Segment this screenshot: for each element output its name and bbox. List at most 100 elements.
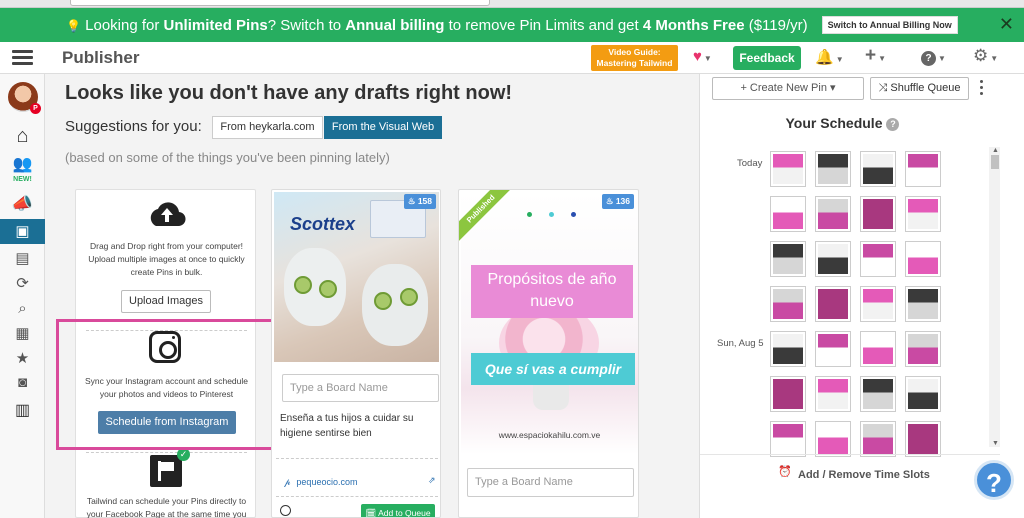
clock-icon[interactable] <box>280 505 291 516</box>
megaphone-icon[interactable]: 📣 <box>0 191 45 216</box>
scheduled-pin-thumbnail[interactable] <box>860 241 896 277</box>
carousel-dots <box>527 204 593 222</box>
url-field[interactable] <box>70 0 490 6</box>
upload-images-button[interactable]: Upload Images <box>121 290 211 313</box>
no-drafts-heading: Looks like you don't have any drafts rig… <box>65 82 513 104</box>
upgrade-banner: 💡 Looking for Unlimited Pins? Switch to A… <box>0 8 1024 42</box>
help-icon[interactable]: ? ▼ <box>921 48 946 66</box>
publisher-main: Looks like you don't have any drafts rig… <box>45 74 699 518</box>
pin-overlay-url: www.espaciokahilu.com.ve <box>498 430 601 440</box>
schedule-title: Your Schedule? <box>700 115 985 131</box>
repin-count-badge: ♨ 136 <box>601 194 634 209</box>
tab-visual-web[interactable]: From the Visual Web <box>324 116 442 139</box>
scheduled-pin-thumbnail[interactable] <box>815 331 851 367</box>
divider <box>86 452 247 453</box>
question-icon[interactable]: ? <box>886 118 900 131</box>
heart-icon[interactable]: ♥ ▼ <box>693 48 712 65</box>
scheduled-pin-thumbnail[interactable] <box>905 376 941 412</box>
instagram-nav-icon[interactable]: ◙ <box>0 370 45 395</box>
add-remove-time-slots-link[interactable]: Add / Remove Time Slots <box>798 469 930 481</box>
plus-icon[interactable]: + ▼ <box>865 45 886 67</box>
scheduled-pin-thumbnail[interactable] <box>860 286 896 322</box>
close-banner-icon[interactable]: ✕ <box>999 14 1014 35</box>
scheduled-pin-thumbnail[interactable] <box>815 241 851 277</box>
scheduled-pin-thumbnail[interactable] <box>905 286 941 322</box>
help-chat-button[interactable]: ? <box>974 460 1014 500</box>
publisher-app: { "banner": { "prefix": "Looking for ", … <box>0 0 1024 518</box>
page-scrollbar[interactable] <box>1000 74 1024 518</box>
star-icon[interactable]: ★ <box>0 346 45 371</box>
cucumber-slice <box>400 288 418 306</box>
shuffle-queue-button[interactable]: ⤨ Shuffle Queue <box>870 77 969 100</box>
pin-overlay-subtitle: Que sí vas a cumplir <box>471 353 635 385</box>
feedback-button[interactable]: Feedback <box>733 46 801 70</box>
board-name-input[interactable]: Type a Board Name <box>282 374 439 402</box>
analytics-icon[interactable]: ▥ <box>0 398 45 423</box>
scheduled-pin-thumbnail[interactable] <box>905 196 941 232</box>
cucumber-slice <box>319 280 337 298</box>
more-options-icon[interactable] <box>980 80 984 98</box>
highlight-box <box>56 319 285 450</box>
search-insights-icon[interactable]: ⌕ <box>0 296 45 321</box>
scheduled-pin-thumbnail[interactable] <box>770 241 806 277</box>
plus-icon: + <box>740 82 750 94</box>
upload-description: Drag and Drop right from your computer! … <box>88 241 245 277</box>
fire-icon: ♨ <box>407 196 416 206</box>
new-badge: NEW! <box>13 176 32 183</box>
gear-icon[interactable]: ⚙ ▼ <box>973 46 998 66</box>
scheduled-pin-thumbnail[interactable] <box>815 421 851 457</box>
create-new-pin-button[interactable]: + Create New Pin ▾ <box>712 77 864 100</box>
top-header: Publisher Video Guide: Mastering Tailwin… <box>0 42 1024 74</box>
pin-card: Propósitos de año nuevo Que sí vas a cum… <box>458 189 639 518</box>
scheduled-pin-thumbnail[interactable] <box>860 421 896 457</box>
scheduled-pin-thumbnail[interactable] <box>815 376 851 412</box>
scheduled-pin-thumbnail[interactable] <box>770 286 806 322</box>
cloud-upload-icon <box>150 202 186 227</box>
refresh-icon[interactable]: ⟳ <box>0 271 45 296</box>
add-to-queue-button[interactable]: 🗓 Add to Queue <box>361 504 435 517</box>
scheduled-pin-thumbnail[interactable] <box>815 286 851 322</box>
scheduled-pin-thumbnail[interactable] <box>770 331 806 367</box>
scheduled-pin-thumbnail[interactable] <box>770 151 806 187</box>
repin-count-badge: ♨ 158 <box>403 194 436 209</box>
pin-source-link[interactable]: 𝓅 pequeocio.com <box>284 477 357 488</box>
board-name-input[interactable]: Type a Board Name <box>467 468 634 497</box>
schedule-footer: ⏰ Add / Remove Time Slots <box>700 454 1001 494</box>
switch-annual-button[interactable]: Switch to Annual Billing Now <box>821 16 958 34</box>
scheduled-pin-thumbnail[interactable] <box>770 196 806 232</box>
page-title: Publisher <box>62 48 140 67</box>
shuffle-icon: ⤨ <box>878 82 891 94</box>
pin-image[interactable]: Propósitos de año nuevo Que sí vas a cum… <box>461 192 638 454</box>
bell-icon[interactable]: 🔔 ▼ <box>815 48 844 66</box>
scheduled-pin-thumbnail[interactable] <box>860 151 896 187</box>
divider <box>276 496 438 497</box>
scheduled-pin-thumbnail[interactable] <box>860 331 896 367</box>
scheduled-pin-thumbnail[interactable] <box>905 151 941 187</box>
scheduled-pin-thumbnail[interactable] <box>860 196 896 232</box>
scheduled-pin-thumbnail[interactable] <box>815 151 851 187</box>
day-label: Sun, Aug 5 <box>717 338 764 349</box>
cucumber-slice <box>374 292 392 310</box>
scheduled-pin-thumbnail[interactable] <box>905 331 941 367</box>
video-guide-button[interactable]: Video Guide: Mastering Tailwind <box>591 45 678 71</box>
pin-description[interactable]: Enseña a tus hijos a cuidar su higiene s… <box>280 411 438 441</box>
home-icon[interactable]: ⌂ <box>0 124 45 149</box>
users-icon[interactable]: 👥 <box>0 152 45 177</box>
fire-icon: ♨ <box>605 196 614 206</box>
pin-image[interactable]: Scottex <box>274 192 439 362</box>
tab-from-site[interactable]: From heykarla.com <box>212 116 323 139</box>
calendar-icon[interactable]: ▦ <box>0 321 45 346</box>
scheduled-pin-thumbnail[interactable] <box>905 421 941 457</box>
browser-address-bar <box>0 0 1024 8</box>
scheduled-pin-thumbnail[interactable] <box>770 421 806 457</box>
avatar[interactable]: P <box>8 82 41 114</box>
external-link-icon[interactable]: ⇗ <box>428 475 436 486</box>
left-sidebar: P ⌂ 👥 NEW! 📣 ▣ ▤ ⟳ ⌕ ▦ ★ ◙ ▥ <box>0 74 45 518</box>
scheduled-pin-thumbnail[interactable] <box>770 376 806 412</box>
scheduled-pin-thumbnail[interactable] <box>815 196 851 232</box>
publisher-nav-icon[interactable]: ▣ <box>0 219 45 244</box>
hamburger-icon[interactable] <box>12 50 33 66</box>
scheduled-pin-thumbnail[interactable] <box>905 241 941 277</box>
scheduled-pin-thumbnail[interactable] <box>860 376 896 412</box>
drafts-icon[interactable]: ▤ <box>0 246 45 271</box>
